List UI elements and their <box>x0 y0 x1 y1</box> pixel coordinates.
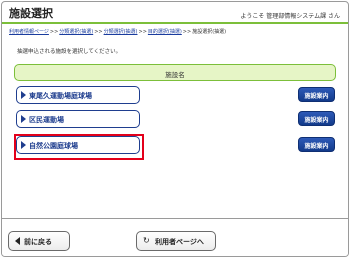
facility-button-kumin[interactable]: 区民運動場 <box>16 110 140 128</box>
facility-row: 自然公園庭球場 施設案内 <box>14 134 340 160</box>
page-title: 施設選択 <box>9 7 53 20</box>
footer: 前に戻る ↻ 利用者ページへ <box>2 219 348 256</box>
title-bar: 施設選択 ようこそ 管理部情報システム課 さん <box>2 2 348 24</box>
main-window: 施設選択 ようこそ 管理部情報システム課 さん 利用者情報ページ>>分類選択(抽… <box>1 1 349 257</box>
facility-name: 区民運動場 <box>29 116 64 124</box>
facility-table-header: 施設名 <box>14 64 336 81</box>
breadcrumb-separator: >> <box>138 29 147 35</box>
right-arrow-icon <box>21 91 26 99</box>
welcome-message: ようこそ 管理部情報システム課 さん <box>240 13 340 20</box>
user-page-button[interactable]: ↻ 利用者ページへ <box>136 231 216 251</box>
back-button[interactable]: 前に戻る <box>8 231 70 251</box>
breadcrumb-separator: >> <box>49 29 59 35</box>
breadcrumb: 利用者情報ページ>>分類選択(抽選)>>分類選択(抽選)>>目的選択(抽選)>>… <box>9 28 226 35</box>
left-arrow-icon <box>15 237 20 245</box>
breadcrumb-separator: >> <box>94 29 103 35</box>
breadcrumb-link-purpose[interactable]: 目的選択(抽選) <box>148 29 182 35</box>
right-arrow-icon <box>21 115 26 123</box>
facility-info-label: 施設案内 <box>304 93 329 100</box>
facility-button-higashiogu[interactable]: 東尾久運動場庭球場 <box>16 86 140 104</box>
facility-name: 東尾久運動場庭球場 <box>29 92 92 100</box>
back-button-label: 前に戻る <box>24 238 52 246</box>
right-arrow-icon <box>21 141 26 149</box>
breadcrumb-separator: >> <box>182 29 192 35</box>
facility-info-button[interactable]: 施設案内 <box>298 87 335 102</box>
facility-name: 自然公園庭球場 <box>29 142 78 150</box>
facility-info-button[interactable]: 施設案内 <box>298 111 335 126</box>
facility-button-shizen-koen[interactable]: 自然公園庭球場 <box>16 136 140 154</box>
facility-info-label: 施設案内 <box>304 117 329 124</box>
user-page-button-label: 利用者ページへ <box>155 238 204 246</box>
facility-row: 区民運動場 施設案内 <box>14 108 340 130</box>
return-arrow-icon: ↻ <box>143 236 150 245</box>
facility-info-button[interactable]: 施設案内 <box>298 137 335 152</box>
breadcrumb-link-category-2[interactable]: 分類選択(抽選) <box>104 29 138 35</box>
breadcrumb-link-user-info[interactable]: 利用者情報ページ <box>9 29 49 35</box>
facility-row: 東尾久運動場庭球場 施設案内 <box>14 84 340 106</box>
facility-column-label: 施設名 <box>165 71 185 79</box>
breadcrumb-current: 施設選択(抽選) <box>192 29 227 35</box>
breadcrumb-link-category-1[interactable]: 分類選択(抽選) <box>59 29 93 35</box>
instruction-text: 抽選申込される施設を選択してください。 <box>17 49 122 55</box>
facility-info-label: 施設案内 <box>304 143 329 150</box>
